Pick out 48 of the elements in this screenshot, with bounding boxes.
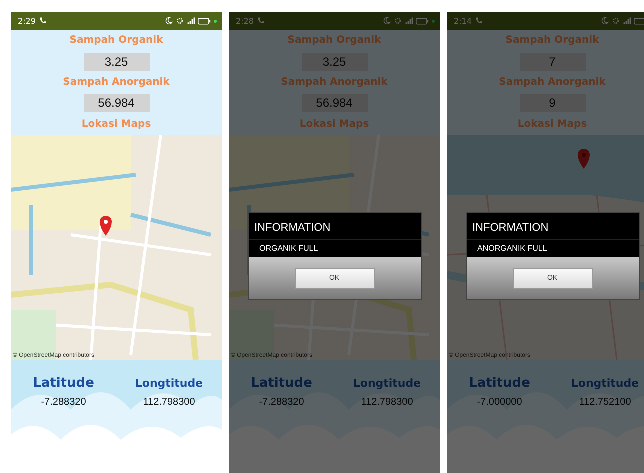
battery-icon — [416, 18, 429, 24]
map-label: Lokasi Maps — [82, 118, 152, 130]
status-time: 2:14 — [454, 16, 472, 26]
longitude-label: Longtitude — [135, 376, 204, 391]
longitude-value: 112.798300 — [143, 397, 196, 408]
dialog-title: INFORMATION — [248, 213, 420, 240]
latitude-value: -7.288320 — [259, 397, 304, 408]
moon-icon — [165, 17, 173, 25]
longitude-label: Longtitude — [571, 376, 640, 391]
signal-icon — [405, 17, 413, 25]
organic-label: Sampah Organik — [70, 35, 164, 46]
map-label: Lokasi Maps — [300, 118, 370, 130]
map-label: Lokasi Maps — [518, 118, 588, 130]
dialog-message: ORGANIK FULL — [258, 243, 320, 255]
notification-dot-icon — [214, 20, 217, 22]
latitude-value: -7.000000 — [477, 397, 522, 408]
dialog-title: INFORMATION — [466, 213, 638, 240]
inorganic-label: Sampah Anorganik — [63, 76, 170, 88]
longitude-value: 112.752100 — [579, 397, 632, 408]
longitude-label: Longtitude — [353, 376, 422, 391]
dialog-message: ANORGANIK FULL — [476, 243, 548, 255]
longitude-value: 112.798300 — [361, 397, 414, 408]
notification-dot-icon — [432, 20, 435, 22]
latitude-label: Latitude — [33, 376, 94, 391]
latitude-value: -7.288320 — [41, 397, 86, 408]
organic-value-field: 7 — [520, 52, 586, 71]
moon-icon — [601, 17, 609, 25]
phone-call-icon — [38, 17, 47, 25]
inorganic-value-field: 56.984 — [302, 94, 368, 112]
latitude-label: Latitude — [251, 376, 312, 391]
inorganic-label: Sampah Anorganik — [499, 76, 606, 88]
status-time: 2:28 — [236, 16, 254, 26]
status-time: 2:29 — [18, 16, 36, 26]
phone-call-icon — [474, 17, 483, 25]
inorganic-value-field: 9 — [520, 94, 586, 112]
battery-icon — [198, 18, 211, 24]
signal-icon — [623, 17, 631, 25]
inorganic-value-field: 56.984 — [84, 94, 150, 112]
latitude-label: Latitude — [469, 376, 530, 391]
organic-label: Sampah Organik — [288, 35, 382, 46]
moon-icon — [383, 17, 391, 25]
battery-icon — [634, 18, 644, 24]
inorganic-label: Sampah Anorganik — [281, 76, 388, 88]
organic-label: Sampah Organik — [506, 35, 600, 46]
signal-icon — [187, 17, 195, 25]
organic-value-field: 3.25 — [84, 52, 150, 71]
phone-call-icon — [256, 17, 265, 25]
organic-value-field: 3.25 — [302, 52, 368, 71]
